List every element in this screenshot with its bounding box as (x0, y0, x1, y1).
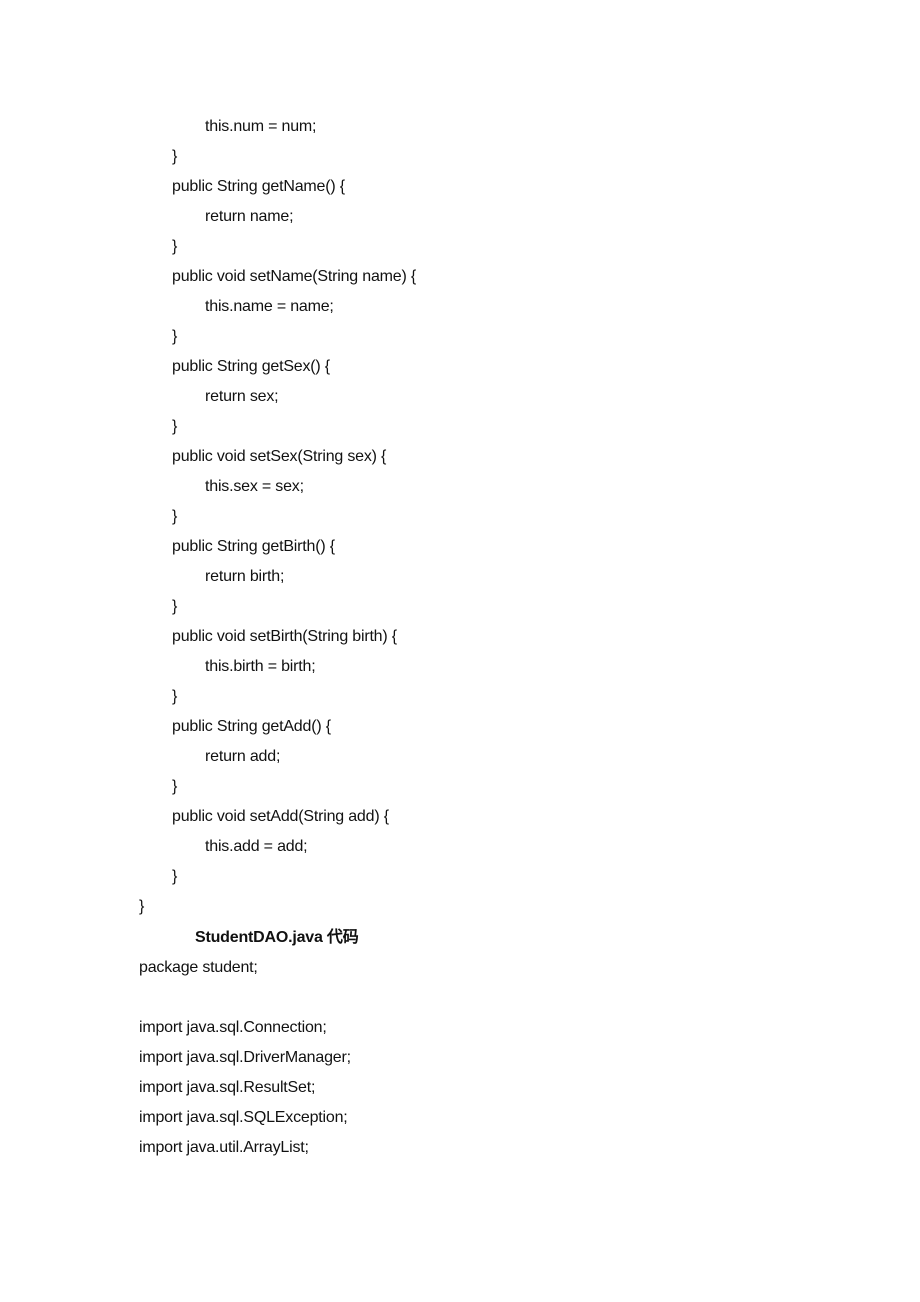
code-line: public String getName() { (172, 178, 345, 195)
code-line: public String getAdd() { (172, 718, 331, 735)
code-line: package student; (139, 959, 258, 976)
code-line: } (172, 688, 178, 705)
code-line: } (172, 238, 178, 255)
code-line: return name; (205, 208, 294, 225)
code-line: this.name = name; (205, 298, 334, 315)
code-line: this.birth = birth; (205, 658, 316, 675)
code-line: } (172, 868, 178, 885)
code-line: import java.sql.SQLException; (139, 1109, 348, 1126)
code-line: } (139, 898, 145, 915)
code-line: } (172, 598, 178, 615)
code-line: return sex; (205, 388, 279, 405)
code-line: return add; (205, 748, 281, 765)
code-line: public void setName(String name) { (172, 268, 416, 285)
code-line: this.add = add; (205, 838, 308, 855)
document-page: this.num = num; } public String getName(… (0, 0, 920, 1302)
code-line: return birth; (205, 568, 285, 585)
code-line: import java.sql.ResultSet; (139, 1079, 316, 1096)
code-line: this.num = num; (205, 118, 317, 135)
code-line: public void setSex(String sex) { (172, 448, 387, 465)
section-heading: StudentDAO.java 代码 (195, 929, 359, 946)
code-line: } (172, 148, 178, 165)
code-line: } (172, 418, 178, 435)
code-line: import java.util.ArrayList; (139, 1139, 309, 1156)
code-line: public void setBirth(String birth) { (172, 628, 397, 645)
code-line: } (172, 508, 178, 525)
code-line: public String getSex() { (172, 358, 330, 375)
code-line: public String getBirth() { (172, 538, 335, 555)
code-line: this.sex = sex; (205, 478, 304, 495)
code-line: import java.sql.Connection; (139, 1019, 327, 1036)
code-line: } (172, 328, 178, 345)
code-line: import java.sql.DriverManager; (139, 1049, 351, 1066)
code-line: } (172, 778, 178, 795)
code-line: public void setAdd(String add) { (172, 808, 389, 825)
